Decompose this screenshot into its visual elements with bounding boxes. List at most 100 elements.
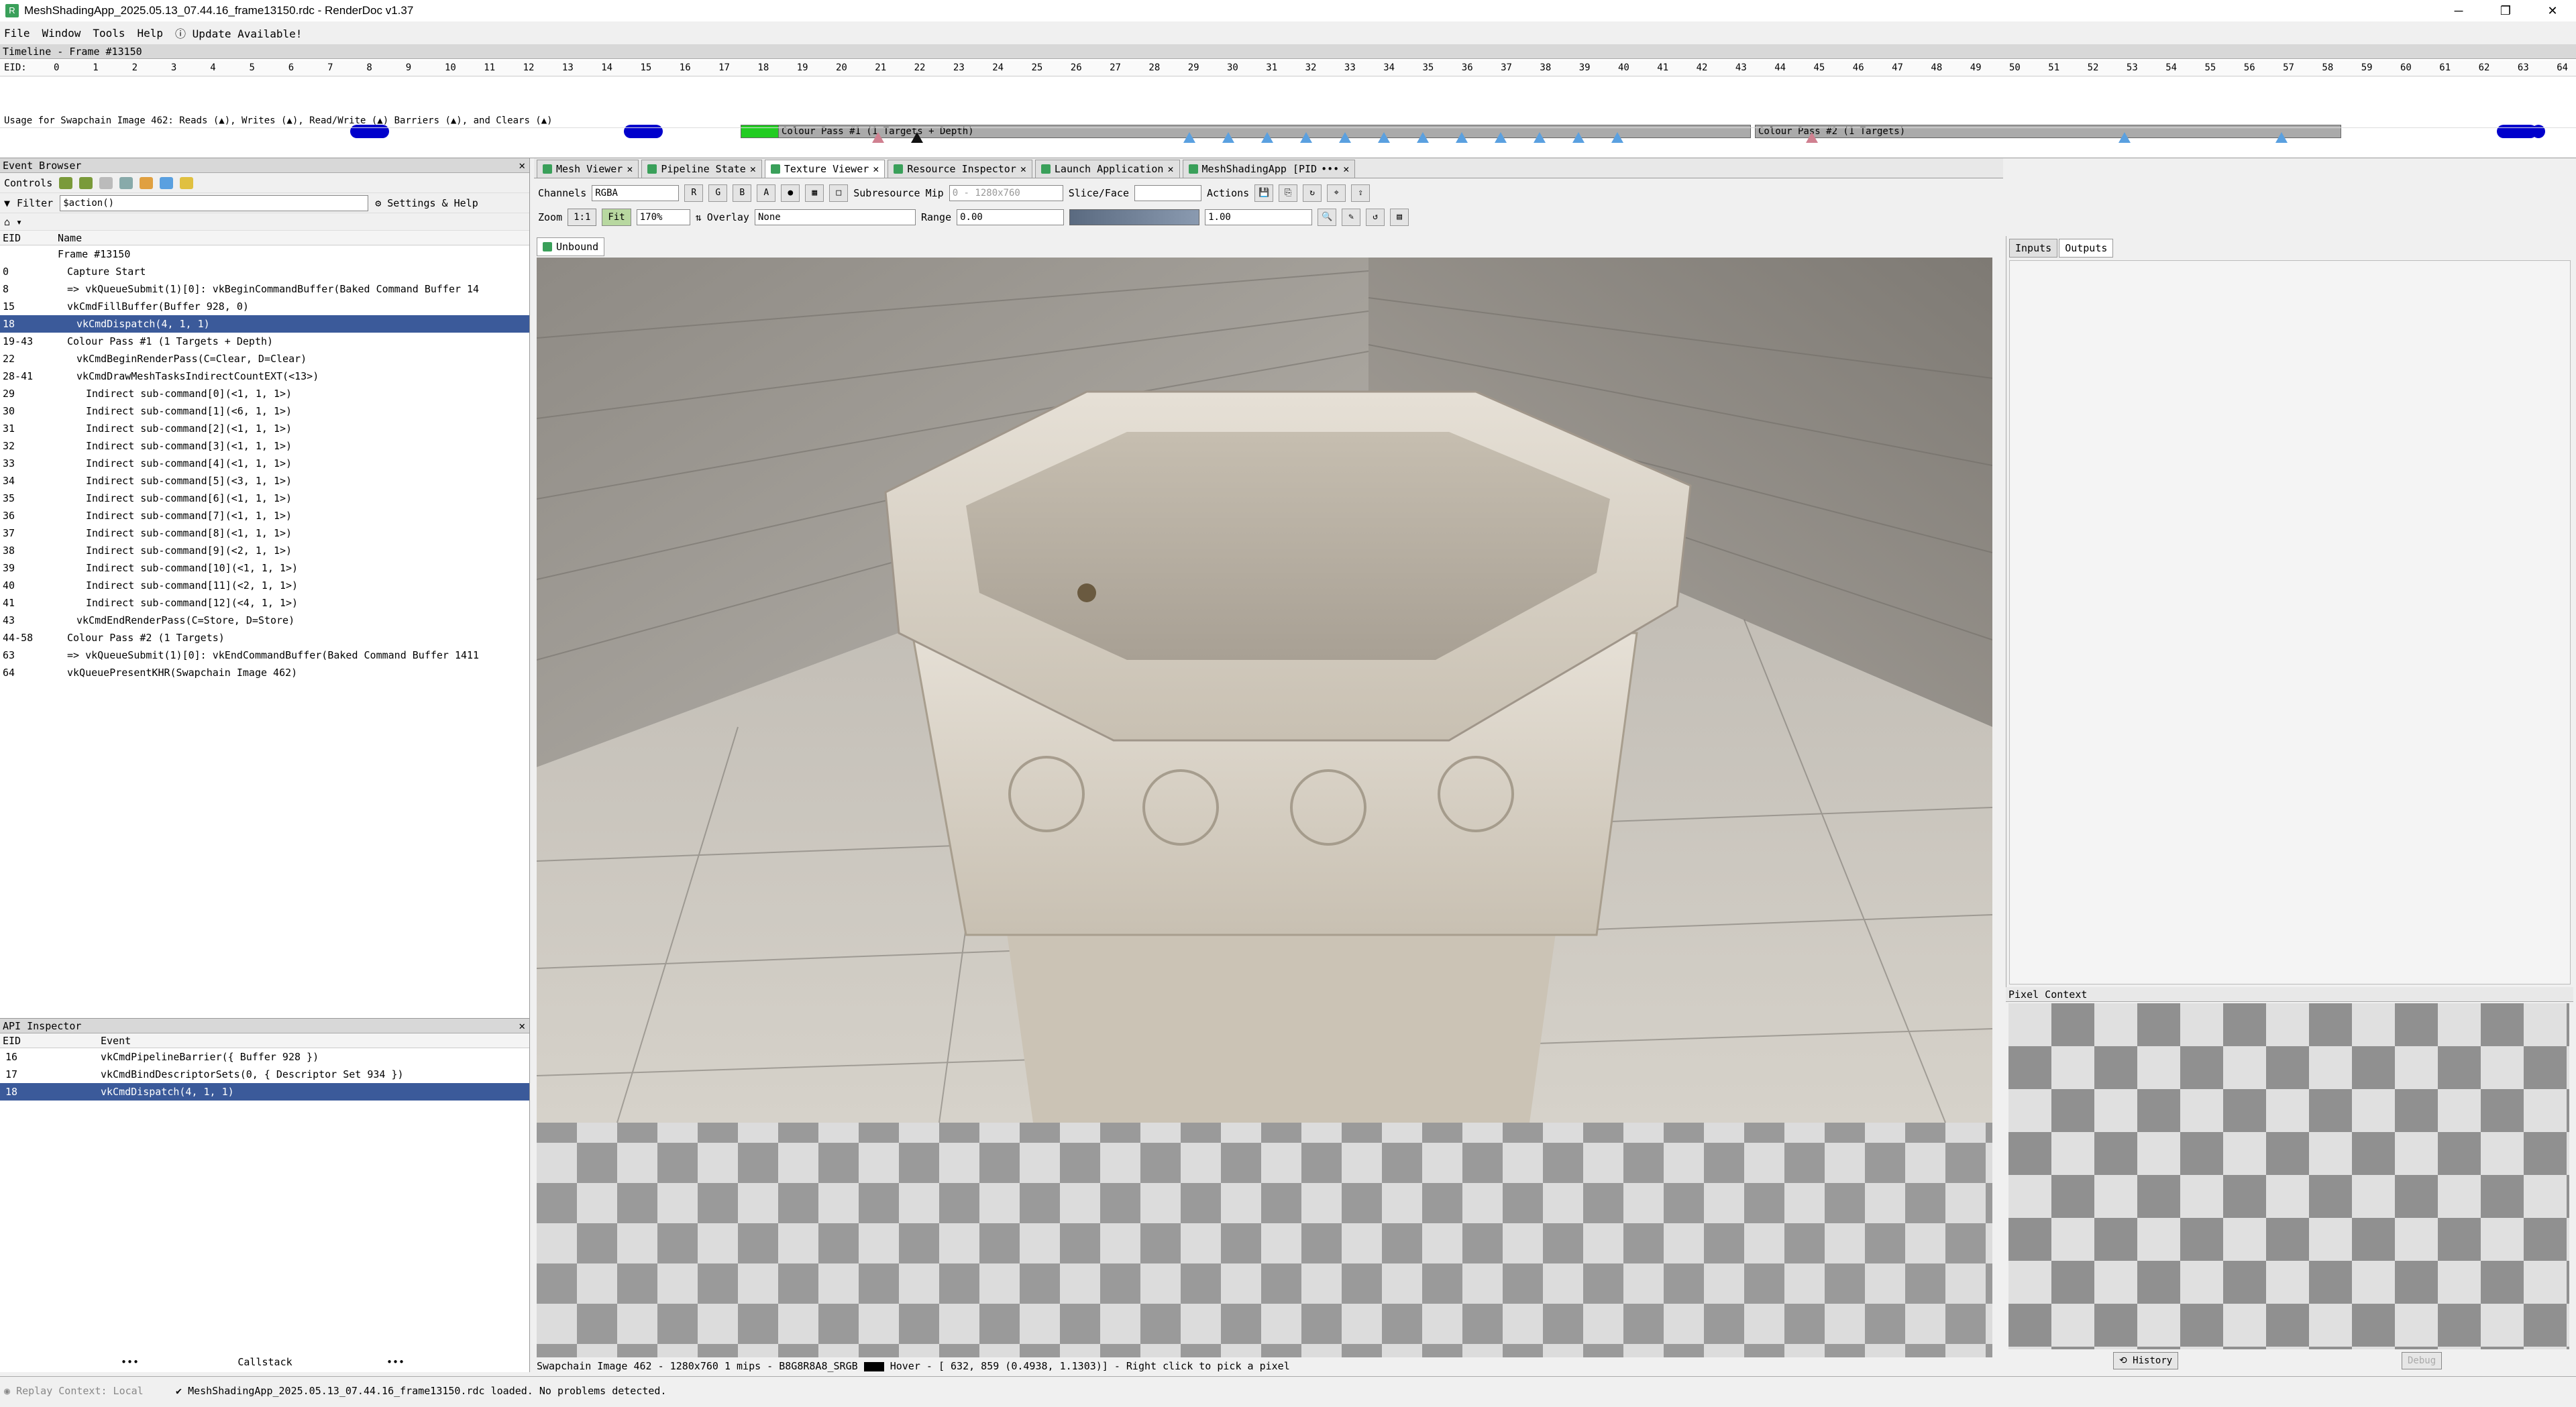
event-row[interactable]: 40 Indirect sub-command[11](<2, 1, 1>) [0,577,529,594]
eid-tick[interactable]: 20 [836,62,847,73]
callstack-section[interactable]: ••• Callstack ••• [0,1356,530,1368]
refresh-icon[interactable]: ↻ [1303,184,1322,202]
eid-tick[interactable]: 63 [2518,62,2529,73]
event-row[interactable]: 31 Indirect sub-command[2](<1, 1, 1>) [0,420,529,437]
event-row[interactable]: 43 vkCmdEndRenderPass(C=Store, D=Store) [0,612,529,629]
overlay-select[interactable]: None [754,209,916,225]
eid-tick[interactable]: 47 [1892,62,1903,73]
fit-button[interactable]: Fit [602,209,631,226]
eid-tick[interactable]: 1 [93,62,98,73]
eid-tick[interactable]: 42 [1697,62,1708,73]
column-eid[interactable]: EID [0,1033,101,1048]
eid-tick[interactable]: 23 [953,62,965,73]
eid-tick[interactable]: 2 [132,62,138,73]
tab-resource-inspector[interactable]: Resource Inspector ✕ [888,160,1032,178]
close-icon[interactable]: ✕ [519,1019,525,1033]
tab-outputs[interactable]: Outputs [2059,239,2114,258]
range-histogram[interactable] [1069,209,1200,225]
back-arrow-icon[interactable] [59,176,73,189]
event-row[interactable]: 37 Indirect sub-command[8](<1, 1, 1>) [0,524,529,542]
event-row[interactable]: 63 => vkQueueSubmit(1)[0]: vkEndCommandBu… [0,646,529,664]
menu-window[interactable]: Window [42,27,81,40]
channels-select[interactable]: RGBA [592,185,680,201]
event-row[interactable]: 32 Indirect sub-command[3](<1, 1, 1>) [0,437,529,455]
copy-icon[interactable]: ⎘ [1279,184,1298,202]
eid-tick[interactable]: 45 [1814,62,1825,73]
event-row[interactable]: 19-43 Colour Pass #1 (1 Targets + Depth) [0,333,529,350]
blue-channel-toggle[interactable]: B [733,184,752,202]
tab-texture-viewer[interactable]: Texture Viewer ✕ [764,160,885,178]
eid-tick[interactable]: 16 [680,62,691,73]
eid-tick[interactable]: 12 [523,62,535,73]
eid-tick[interactable]: 9 [406,62,411,73]
eid-tick[interactable]: 17 [718,62,730,73]
event-row[interactable]: 64 vkQueuePresentKHR(Swapchain Image 462) [0,664,529,681]
eid-tick[interactable]: 49 [1970,62,1982,73]
close-icon[interactable]: ✕ [873,163,879,175]
close-icon[interactable]: ✕ [1020,163,1026,175]
range-min-input[interactable]: 0.00 [957,209,1065,225]
range-max-input[interactable]: 1.00 [1205,209,1313,225]
eid-tick[interactable]: 7 [327,62,333,73]
eid-tick[interactable]: 38 [1540,62,1551,73]
forward-arrow-icon[interactable] [79,176,93,189]
eid-tick[interactable]: 58 [2322,62,2333,73]
texture-viewport[interactable] [537,258,1992,1357]
eid-tick[interactable]: 36 [1462,62,1473,73]
zoom-select[interactable]: 170% [636,209,690,225]
eid-tick[interactable]: 14 [601,62,612,73]
more-icon[interactable]: ••• [121,1356,139,1368]
menu-tools[interactable]: Tools [93,27,125,40]
debug-button[interactable]: Debug [2402,1352,2443,1369]
save-icon[interactable]: 💾 [1254,184,1274,202]
eid-tick[interactable]: 22 [914,62,926,73]
event-row[interactable]: 39 Indirect sub-command[10](<1, 1, 1>) [0,559,529,577]
flip-icon[interactable]: ⇅ [696,211,702,223]
close-icon[interactable]: ✕ [1167,163,1173,175]
locate-icon[interactable]: ⌖ [1327,184,1346,202]
tab-meshshadingapp[interactable]: MeshShadingApp [PID ••• ✕ [1182,160,1356,178]
eid-tick[interactable]: 59 [2361,62,2373,73]
close-icon[interactable]: ✕ [1343,163,1349,175]
close-icon[interactable]: ✕ [519,158,525,173]
auto-fit-icon[interactable]: ✎ [1342,209,1361,226]
event-row[interactable]: 15 vkCmdFillBuffer(Buffer 928, 0) [0,298,529,315]
history-button[interactable]: ⟲ History [2113,1352,2179,1369]
eid-tick[interactable]: 11 [484,62,495,73]
eid-tick[interactable]: 39 [1579,62,1591,73]
eid-tick[interactable]: 13 [562,62,574,73]
eid-tick[interactable]: 29 [1188,62,1199,73]
eid-tick[interactable]: 51 [2048,62,2059,73]
timing-icon[interactable] [160,176,174,189]
timeline-eid-row[interactable]: EID: 0 1 2 3 4 5 6 7 8 9 10 11 12 13 14 15 16 17 18 19 20 21 2… [0,60,2576,76]
eid-tick[interactable]: 10 [445,62,456,73]
mip-select[interactable]: 0 - 1280x760 [949,185,1063,201]
eid-tick[interactable]: 18 [757,62,769,73]
eid-tick[interactable]: 56 [2244,62,2255,73]
api-row[interactable]: 17 vkCmdBindDescriptorSets(0, { Descripto… [0,1066,529,1083]
eid-tick[interactable]: 44 [1774,62,1786,73]
eid-tick[interactable]: 19 [797,62,808,73]
menu-help[interactable]: Help [138,27,164,40]
eid-tick[interactable]: 4 [210,62,215,73]
close-icon[interactable]: ✕ [627,163,633,175]
event-row[interactable]: 38 Indirect sub-command[9](<2, 1, 1>) [0,542,529,559]
eid-tick[interactable]: 50 [2009,62,2021,73]
event-row[interactable]: 18 vkCmdDispatch(4, 1, 1) [0,315,529,333]
eid-tick[interactable]: 46 [1853,62,1864,73]
eid-tick[interactable]: 40 [1618,62,1629,73]
event-row[interactable]: 28-41 vkCmdDrawMeshTasksIndirectCountEXT(… [0,368,529,385]
update-available-link[interactable]: ⓘ Update Available! [175,25,302,41]
eid-tick[interactable]: 52 [2088,62,2099,73]
zoom-range-icon[interactable]: 🔍 [1318,209,1337,226]
green-channel-toggle[interactable]: G [708,184,728,202]
eid-tick[interactable]: 0 [54,62,59,73]
tab-launch-application[interactable]: Launch Application ✕ [1034,160,1180,178]
eid-tick[interactable]: 26 [1071,62,1082,73]
api-row[interactable]: 18 vkCmdDispatch(4, 1, 1) [0,1083,529,1101]
event-row[interactable]: 36 Indirect sub-command[7](<1, 1, 1>) [0,507,529,524]
eid-tick[interactable]: 48 [1931,62,1942,73]
alpha-channel-toggle[interactable]: A [757,184,776,202]
eid-tick[interactable]: 15 [641,62,652,73]
eid-tick[interactable]: 30 [1227,62,1238,73]
